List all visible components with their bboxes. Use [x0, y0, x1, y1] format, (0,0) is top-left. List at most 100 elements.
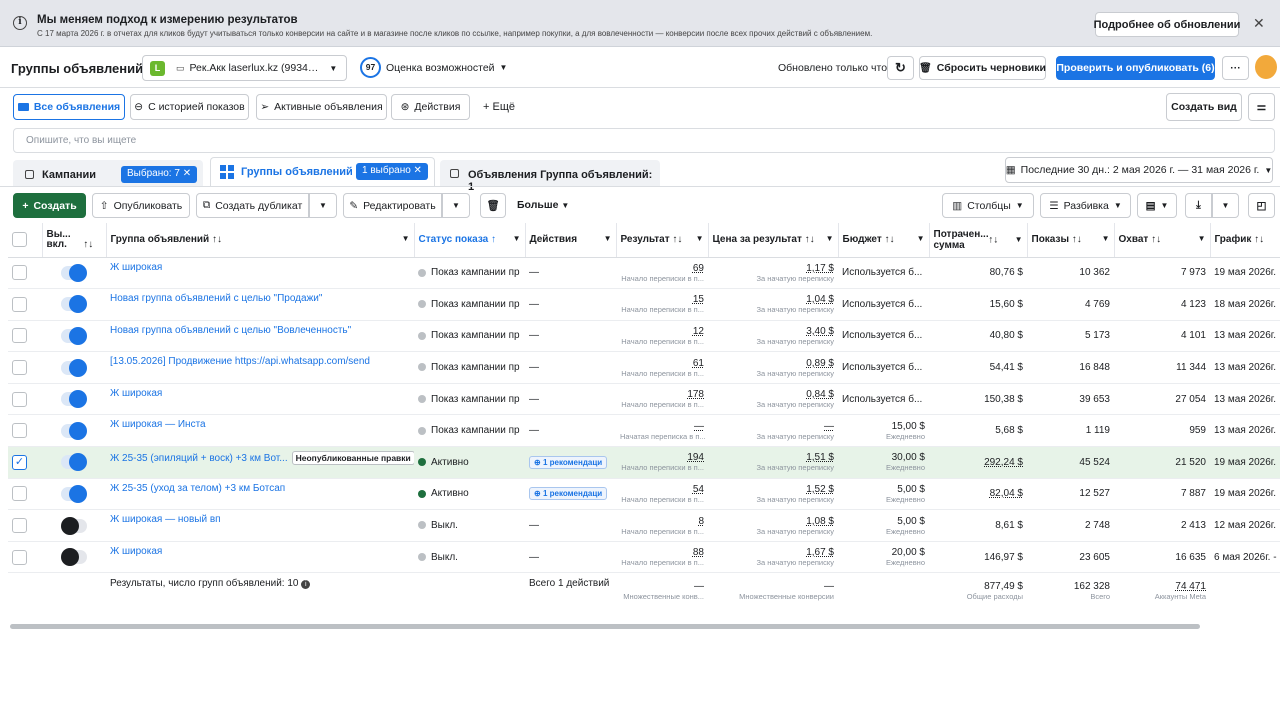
row-select[interactable] [8, 320, 42, 353]
adset-name-link[interactable]: Ж широкая [110, 262, 162, 273]
toggle-cell[interactable] [42, 446, 106, 479]
toggle-cell[interactable] [42, 320, 106, 353]
campaigns-selected-badge[interactable]: Выбрано: 7 ✕ [121, 166, 198, 183]
row-select[interactable] [8, 478, 42, 511]
recommendation-badge[interactable]: ⊕ 1 рекомендаци [529, 455, 608, 469]
col-reach[interactable]: Охват ↑↓ ▼ [1114, 223, 1211, 258]
row-checkbox[interactable] [12, 328, 27, 344]
delivery-toggle[interactable] [61, 548, 87, 567]
delivery-toggle[interactable] [61, 326, 87, 345]
adset-name-cell[interactable]: Ж широкая — новый вп [106, 509, 414, 542]
budget-cell[interactable]: 5,00 $ Ежедневно [838, 509, 929, 542]
col-onoff[interactable]: Вы... вкл. ↑↓ [42, 223, 107, 258]
delivery-toggle[interactable] [61, 263, 87, 282]
col-actions[interactable]: Действия ▼ [525, 223, 617, 258]
delivery-toggle[interactable] [61, 421, 87, 440]
tab-campaigns[interactable]: Кампании Выбрано: 7 ✕ [13, 160, 203, 187]
row-checkbox[interactable] [12, 296, 27, 312]
delivery-toggle[interactable] [61, 295, 87, 314]
export-dropdown[interactable]: ▼ [1212, 193, 1239, 218]
adset-name-link[interactable]: Ж широкая — Инста [110, 419, 206, 430]
delivery-toggle[interactable] [61, 516, 87, 535]
adset-name-link[interactable]: Ж широкая — новый вп [110, 514, 221, 525]
horizontal-scrollbar[interactable] [10, 624, 1200, 629]
create-button[interactable]: + Создать [13, 193, 86, 218]
table-row[interactable]: Ж 25-35 (уход за телом) +3 км Ботсап Акти… [8, 478, 1280, 511]
adset-name-cell[interactable]: Ж 25-35 (уход за телом) +3 км Ботсап [106, 478, 414, 511]
row-checkbox[interactable] [12, 486, 27, 502]
account-selector[interactable]: L ▭ Рек.Акк laserlux.kz (9934… ▼ [142, 55, 347, 81]
row-select[interactable] [8, 288, 42, 321]
budget-cell[interactable]: Используется б... [838, 288, 929, 321]
adset-name-cell[interactable]: Ж 25-35 (эпиляций + воск) +3 км Вот... Не… [106, 446, 414, 479]
delivery-toggle[interactable] [61, 390, 87, 409]
adset-name-link[interactable]: Новая группа объявлений с целью "Продажи… [110, 293, 322, 304]
row-select[interactable] [8, 509, 42, 542]
row-checkbox[interactable] [12, 549, 27, 565]
col-adset[interactable]: Группа объявлений ↑↓ ▼ [106, 223, 415, 258]
tab-with-impressions[interactable]: ⊖ С историей показов [130, 94, 249, 120]
close-icon[interactable]: ✕ [1253, 15, 1265, 32]
budget-cell[interactable]: 5,00 $ Ежедневно [838, 478, 929, 511]
adset-name-cell[interactable]: Ж широкая [106, 541, 414, 574]
budget-cell[interactable]: Используется б... [838, 257, 929, 290]
delivery-toggle[interactable] [61, 484, 87, 503]
delivery-toggle[interactable] [61, 453, 87, 472]
adset-name-link[interactable]: Ж широкая [110, 388, 162, 399]
budget-cell[interactable]: Используется б... [838, 351, 929, 384]
table-row[interactable]: Новая группа объявлений с целью "Продажи… [8, 288, 1280, 321]
toggle-cell[interactable] [42, 541, 106, 574]
row-select[interactable] [8, 257, 42, 290]
table-row[interactable]: Ж широкая Показ кампании пр — 178 Начало пер… [8, 383, 1280, 416]
create-view-button[interactable]: Создать вид [1166, 93, 1242, 121]
more-options-button[interactable]: ··· [1222, 56, 1249, 80]
adset-name-link[interactable]: Ж 25-35 (эпиляций + воск) +3 км Вот... [110, 453, 288, 464]
row-select[interactable] [8, 414, 42, 448]
tab-more[interactable]: + Ещё [483, 101, 515, 113]
budget-cell[interactable]: Используется б... [838, 320, 929, 353]
delivery-toggle[interactable] [61, 358, 87, 377]
columns-button[interactable]: ▥ Столбцы ▼ [942, 193, 1034, 218]
adsets-selected-badge[interactable]: 1 выбрано ✕ [356, 163, 428, 180]
settings-sliders-button[interactable]: ⚌ [1248, 93, 1275, 121]
duplicate-dropdown[interactable]: ▼ [309, 193, 337, 218]
opportunity-score[interactable]: 97 Оценка возможностей ▼ [360, 57, 507, 78]
col-cpr[interactable]: Цена за результат ↑↓ ▼ [708, 223, 839, 258]
adset-name-link[interactable]: Ж широкая [110, 546, 162, 557]
refresh-button[interactable]: ↻ [887, 56, 914, 80]
avatar[interactable] [1255, 55, 1277, 79]
col-impressions[interactable]: Показы ↑↓ ▼ [1027, 223, 1115, 258]
row-select[interactable] [8, 541, 42, 574]
breakdown-button[interactable]: ☰ Разбивка ▼ [1040, 193, 1131, 218]
discard-drafts-button[interactable]: 🗑 Сбросить черновики [919, 56, 1046, 80]
select-all-checkbox[interactable] [12, 232, 27, 248]
table-row[interactable]: ✓ Ж 25-35 (эпиляций + воск) +3 км Вот... Н… [8, 446, 1280, 479]
adset-name-cell[interactable]: Новая группа объявлений с целью "Вовлече… [106, 320, 414, 353]
search-input[interactable]: Опишите, что вы ищете [13, 128, 1275, 153]
row-select[interactable] [8, 351, 42, 384]
recommendation-badge[interactable]: ⊕ 1 рекомендаци [529, 487, 608, 501]
budget-cell[interactable]: 30,00 $ Ежедневно [838, 446, 929, 479]
chart-button[interactable]: ◰ [1248, 193, 1275, 218]
table-row[interactable]: Ж широкая — новый вп Выкл. — 8 Начало перепи… [8, 509, 1280, 542]
tab-all-ads[interactable]: Все объявления [13, 94, 125, 120]
row-checkbox[interactable]: ✓ [12, 454, 27, 470]
table-row[interactable]: Новая группа объявлений с целью "Вовлече… [8, 320, 1280, 353]
tab-ads[interactable]: Объявления Группа объявлений: 1 [440, 160, 660, 193]
col-result[interactable]: Результат ↑↓ ▼ [616, 223, 709, 258]
export-button[interactable]: ⤓ [1185, 193, 1212, 218]
row-checkbox[interactable] [12, 360, 27, 376]
review-publish-button[interactable]: Проверить и опубликовать (6) [1056, 56, 1215, 80]
info-icon[interactable]: i [301, 580, 311, 590]
toggle-cell[interactable] [42, 383, 106, 416]
tab-actions[interactable]: ⊛ Действия [391, 94, 470, 120]
toggle-cell[interactable] [42, 257, 106, 290]
select-all[interactable] [8, 223, 43, 258]
table-row[interactable]: [13.05.2026] Продвижение https://api.wha… [8, 351, 1280, 384]
adset-name-cell[interactable]: Ж широкая — Инста [106, 414, 414, 448]
col-spent[interactable]: Потрачен... сумма ↑↓ ▼ [929, 223, 1028, 258]
adset-name-cell[interactable]: Новая группа объявлений с целью "Продажи… [106, 288, 414, 321]
budget-cell[interactable]: 15,00 $ Ежедневно [838, 414, 929, 448]
budget-cell[interactable]: Используется б... [838, 383, 929, 416]
adset-name-link[interactable]: Новая группа объявлений с целью "Вовлече… [110, 325, 351, 336]
